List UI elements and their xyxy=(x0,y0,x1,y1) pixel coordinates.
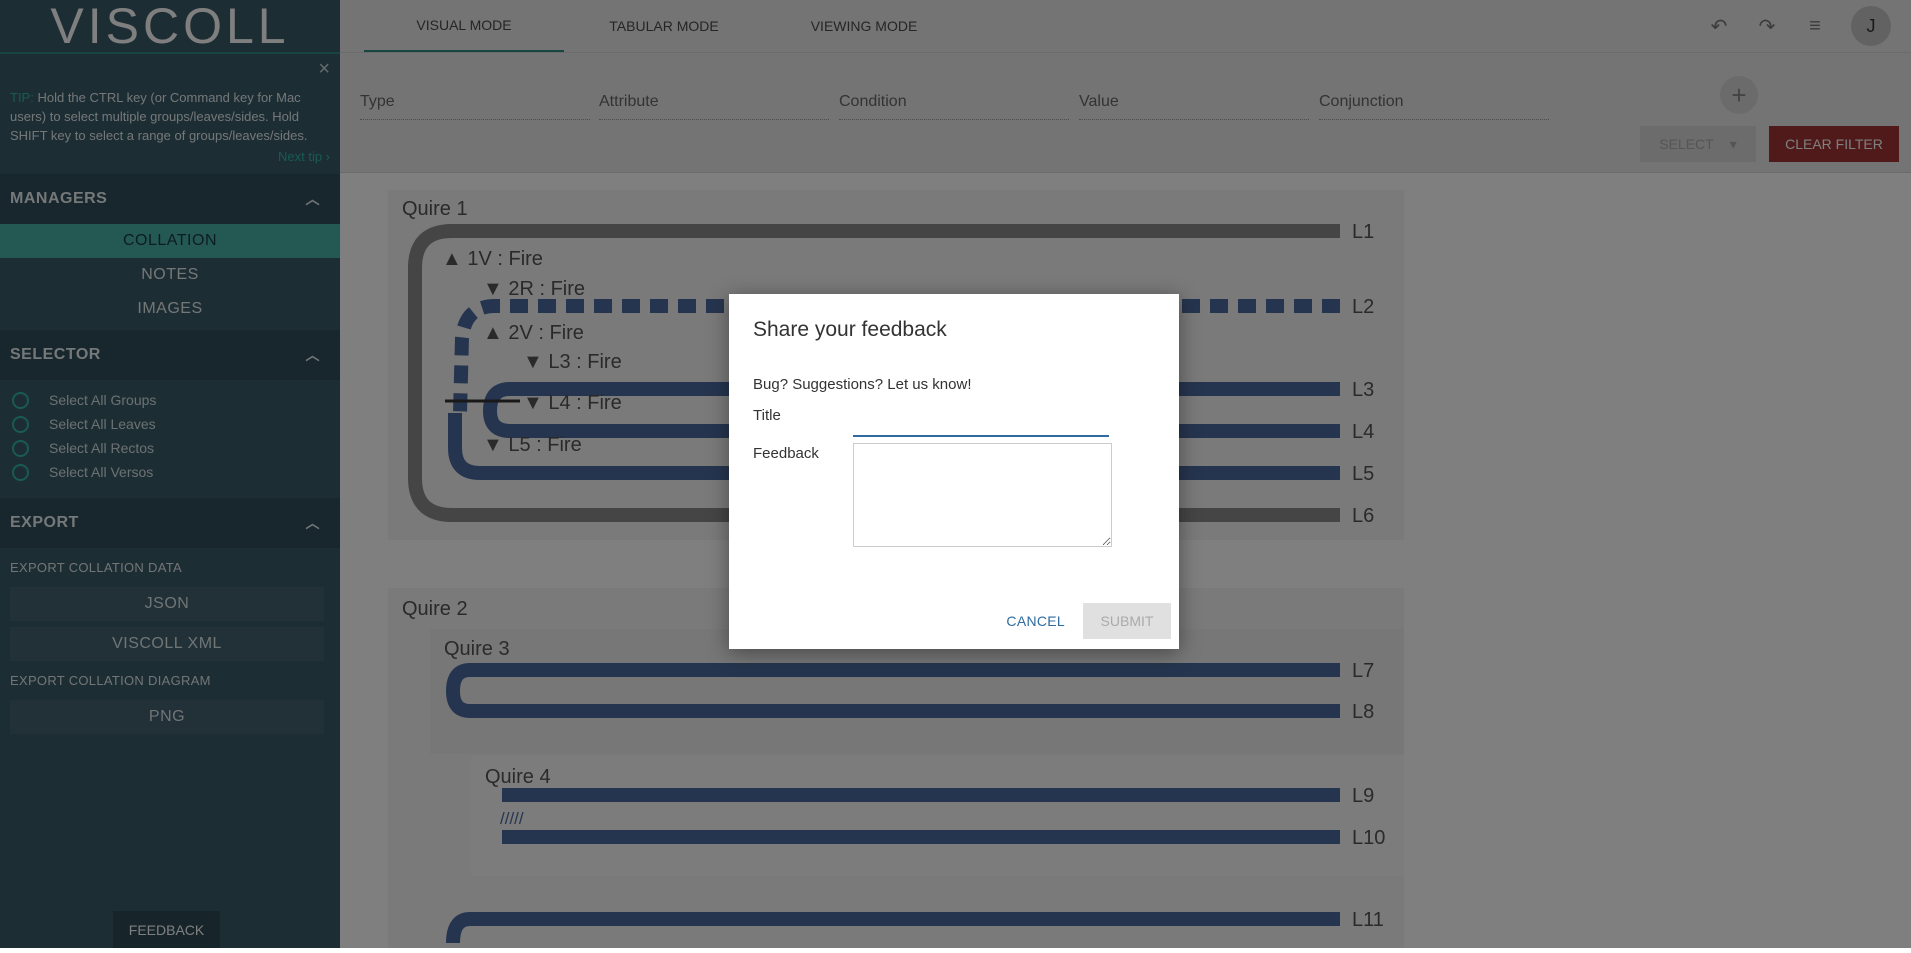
dialog-title: Share your feedback xyxy=(753,318,947,341)
dialog-actions: CANCEL SUBMIT xyxy=(1000,603,1171,639)
feedback-dialog: Share your feedback Bug? Suggestions? Le… xyxy=(729,294,1179,649)
cancel-button[interactable]: CANCEL xyxy=(1000,605,1071,637)
feedback-row: Feedback xyxy=(753,443,1155,547)
feedback-label: Feedback xyxy=(753,445,819,462)
submit-button[interactable]: SUBMIT xyxy=(1083,603,1171,639)
title-label: Title xyxy=(753,407,781,424)
title-row: Title xyxy=(753,405,1155,437)
dialog-description: Bug? Suggestions? Let us know! xyxy=(753,376,972,393)
feedback-textarea[interactable] xyxy=(853,443,1112,547)
title-input[interactable] xyxy=(853,405,1109,437)
